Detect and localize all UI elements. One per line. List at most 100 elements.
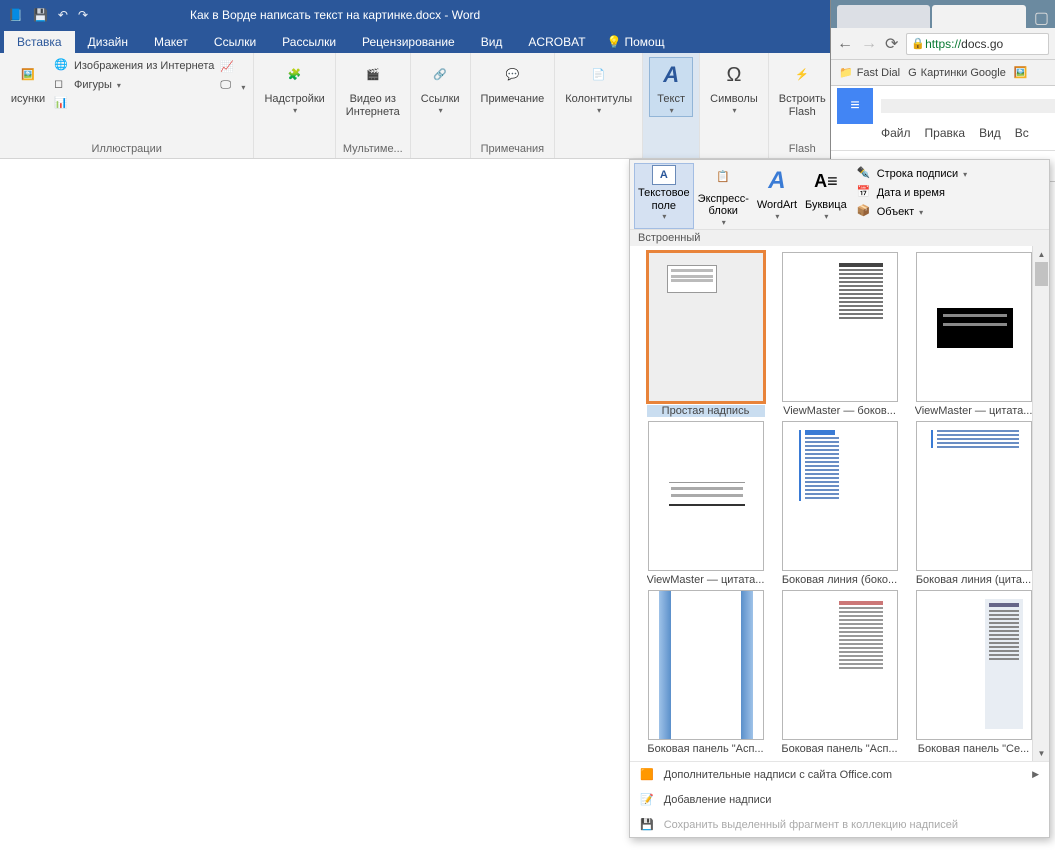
group-illustrations: 🖼️ исунки 🌐Изображения из Интернета ◻Фиг…	[0, 53, 254, 158]
tell-me-help[interactable]: 💡Помощ	[599, 31, 673, 53]
quickparts-button[interactable]: 📋 Экспресс- блоки▾	[694, 163, 753, 229]
reload-icon[interactable]: ⟳	[885, 34, 898, 54]
docs-menu-edit[interactable]: Правка	[925, 126, 966, 150]
screenshot-button[interactable]: 🖵▾	[218, 78, 247, 96]
bulb-icon: 💡	[607, 35, 622, 49]
gallery-item[interactable]: Боковая панель "Асп...	[642, 590, 770, 755]
new-tab-icon[interactable]: ▢	[1028, 8, 1055, 28]
chrome-tab[interactable]	[837, 5, 930, 28]
chrome-toolbar: ← → ⟳ 🔒 https://docs.go	[831, 28, 1055, 60]
picture-icon: 🖼️	[12, 59, 44, 91]
document-area[interactable]	[0, 159, 630, 858]
calendar-icon: 📅	[857, 185, 873, 201]
datetime-button[interactable]: 📅Дата и время	[855, 184, 969, 202]
textbox-button[interactable]: A Текстовое поле▾	[634, 163, 694, 229]
chart-icon: 📈	[220, 60, 236, 76]
bookmarks-bar: 📁Fast Dial GКартинки Google 🖼️	[831, 60, 1055, 86]
signature-line-button[interactable]: ✒️Строка подписи▾	[855, 165, 969, 183]
online-pictures-button[interactable]: 🌐Изображения из Интернета	[52, 57, 216, 75]
headerfooter-button[interactable]: 📄 Колонтитулы▾	[561, 57, 636, 117]
save-selection-icon: 💾	[640, 818, 654, 831]
qat-save-icon[interactable]: 💾	[33, 8, 48, 22]
tab-maket[interactable]: Макет	[141, 31, 201, 53]
addins-button[interactable]: 🧩 Надстройки▾	[260, 57, 328, 117]
window-title: Как в Ворде написать текст на картинке.d…	[180, 8, 871, 22]
gallery-item[interactable]: Боковая линия (цита...	[910, 421, 1038, 586]
address-bar[interactable]: 🔒 https://docs.go	[906, 33, 1049, 55]
docs-menu-file[interactable]: Файл	[881, 126, 911, 150]
gallery-item[interactable]: ViewMaster — цитата...	[642, 421, 770, 586]
tab-acrobat[interactable]: ACROBAT	[515, 31, 598, 53]
chrome-tabstrip: ▢	[831, 0, 1055, 28]
object-button[interactable]: 📦Объект▾	[855, 203, 969, 221]
tab-rassylki[interactable]: Рассылки	[269, 31, 349, 53]
chrome-tab-active[interactable]	[932, 5, 1025, 28]
gallery-item[interactable]: Боковая линия (боко...	[776, 421, 904, 586]
qat-redo-icon[interactable]: ↷	[78, 8, 88, 22]
lock-icon: 🔒	[911, 37, 925, 50]
bookmark-fastdial[interactable]: 📁Fast Dial	[839, 66, 900, 79]
flash-button[interactable]: ⚡ Встроить Flash	[775, 57, 830, 120]
google-docs-icon[interactable]: ≡	[837, 88, 873, 124]
online-picture-icon: 🌐	[54, 58, 70, 74]
gallery-scrollbar[interactable]: ▲ ▼	[1032, 246, 1049, 761]
scroll-thumb[interactable]	[1035, 262, 1048, 286]
chevron-right-icon: ▶	[1032, 769, 1039, 780]
scroll-down-icon[interactable]: ▼	[1033, 745, 1049, 761]
group-label: Flash	[775, 141, 830, 158]
gallery-item[interactable]: ViewMaster — цитата...	[910, 252, 1038, 417]
save-selection-button: 💾 Сохранить выделенный фрагмент в коллек…	[630, 812, 1049, 837]
folder-icon: 📁	[839, 66, 853, 79]
back-icon[interactable]: ←	[837, 35, 853, 53]
gallery-item[interactable]: Боковая панель "Асп...	[776, 590, 904, 755]
screenshot-icon: 🖵	[220, 79, 236, 95]
omega-icon: Ω	[718, 59, 750, 91]
tab-recenz[interactable]: Рецензирование	[349, 31, 468, 53]
forward-icon[interactable]: →	[861, 35, 877, 53]
links-button[interactable]: 🔗 Ссылки▾	[417, 57, 464, 117]
gallery-item-simple[interactable]: Простая надпись	[642, 252, 770, 417]
docs-title-placeholder[interactable]	[881, 99, 1055, 113]
tab-vstavka[interactable]: Вставка	[4, 31, 75, 53]
shapes-button[interactable]: ◻Фигуры▾	[52, 76, 216, 94]
smartart-button[interactable]: 📊	[52, 95, 216, 113]
chart-button[interactable]: 📈	[218, 59, 247, 77]
store-icon: 🧩	[279, 59, 311, 91]
smartart-icon: 📊	[54, 96, 70, 112]
tab-vid[interactable]: Вид	[468, 31, 516, 53]
tab-dizayn[interactable]: Дизайн	[75, 31, 141, 53]
dropcap-button[interactable]: A≡ Буквица▾	[801, 163, 851, 229]
bookmark-item[interactable]: 🖼️	[1014, 66, 1028, 79]
symbols-button[interactable]: Ω Символы▾	[706, 57, 762, 117]
dropcap-icon: A≡	[810, 165, 842, 197]
qat-undo-icon[interactable]: ↶	[58, 8, 68, 22]
headerfooter-icon: 📄	[583, 59, 615, 91]
bookmark-google-images[interactable]: GКартинки Google	[908, 67, 1006, 79]
text-icon: A	[655, 59, 687, 91]
group-flash: ⚡ Встроить Flash Flash	[769, 53, 837, 158]
text-subribbon: A Текстовое поле▾ 📋 Экспресс- блоки▾ A W…	[630, 160, 1049, 230]
object-icon: 📦	[857, 204, 873, 220]
google-icon: G	[908, 67, 917, 79]
gallery-item[interactable]: ViewMaster — боков...	[776, 252, 904, 417]
docs-menu-view[interactable]: Вид	[979, 126, 1001, 150]
tab-ssylki[interactable]: Ссылки	[201, 31, 269, 53]
shapes-icon: ◻	[54, 77, 70, 93]
gallery-item[interactable]: Боковая панель "Се...	[910, 590, 1038, 755]
gallery-footer: 🟧 Дополнительные надписи с сайта Office.…	[630, 761, 1049, 837]
text-button[interactable]: A Текст▾	[649, 57, 693, 117]
comment-button[interactable]: 💬 Примечание	[477, 57, 549, 108]
pictures-button[interactable]: 🖼️ исунки	[6, 57, 50, 108]
draw-textbox-button[interactable]: 📝 Добавление надписи	[630, 787, 1049, 812]
textbox-draw-icon: 📝	[640, 793, 654, 806]
group-text: A Текст▾	[643, 53, 700, 158]
scroll-up-icon[interactable]: ▲	[1033, 246, 1049, 262]
wordart-button[interactable]: A WordArt▾	[753, 163, 801, 229]
more-from-office-button[interactable]: 🟧 Дополнительные надписи с сайта Office.…	[630, 762, 1049, 787]
docs-menu: Файл Правка Вид Вс	[831, 126, 1055, 150]
word-logo-icon: 📘	[8, 8, 23, 22]
wordart-icon: A	[761, 165, 793, 197]
online-video-button[interactable]: 🎬 Видео из Интернета	[342, 57, 404, 120]
docs-menu-insert[interactable]: Вс	[1015, 126, 1029, 150]
comment-icon: 💬	[496, 59, 528, 91]
